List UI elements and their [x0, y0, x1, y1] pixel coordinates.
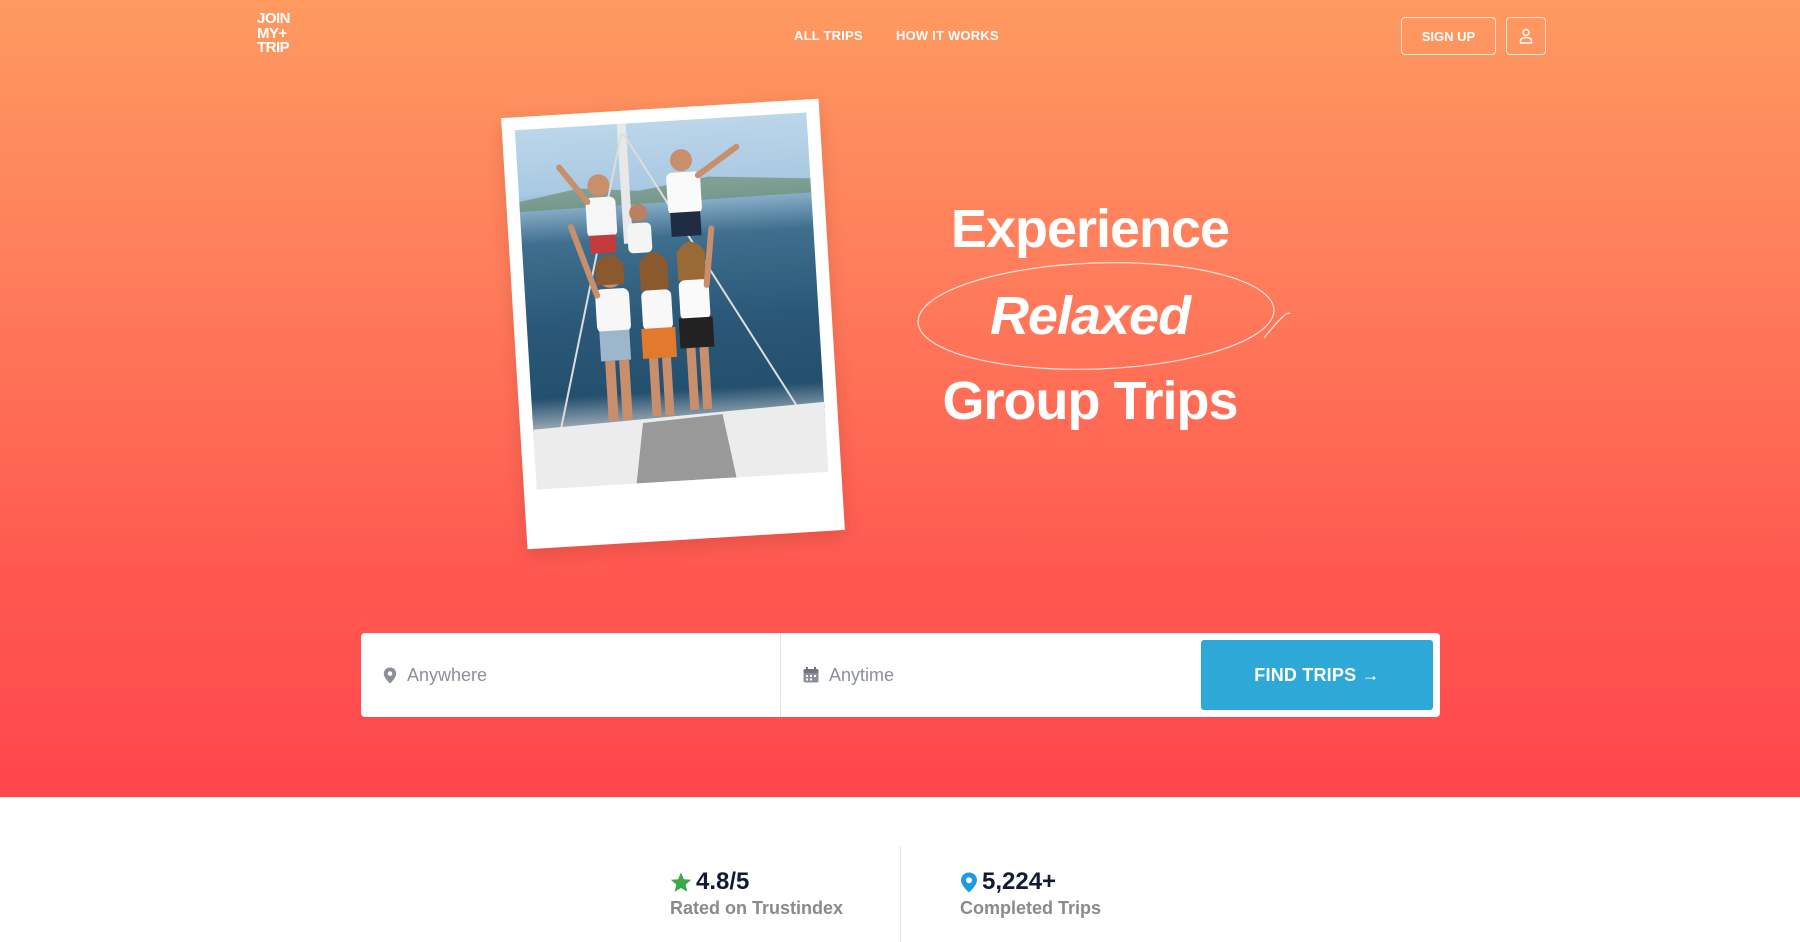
rating-label: Rated on Trustindex	[670, 898, 844, 918]
nav-all-trips[interactable]: ALL TRIPS	[794, 28, 863, 43]
calendar-icon	[803, 667, 819, 683]
find-trips-button[interactable]: FIND TRIPS →	[1201, 640, 1433, 710]
location-pin-icon	[383, 667, 397, 683]
sailboat-group-illustration	[519, 123, 829, 490]
headline-line-1: Experience	[950, 199, 1230, 259]
account-button[interactable]	[1506, 17, 1546, 55]
trips-value: 5,224+	[982, 868, 1057, 895]
date-placeholder: Anytime	[829, 664, 895, 685]
rating-stat: 4.8/5 Rated on Trustindex	[670, 868, 843, 919]
location-pin-icon	[961, 872, 977, 892]
rating-value: 4.8/5	[696, 868, 750, 895]
polaroid-frame	[501, 98, 845, 550]
headline-line-3: Group Trips	[942, 371, 1238, 431]
star-icon	[670, 872, 692, 892]
trips-stat: 5,224+ Completed Trips	[960, 868, 1101, 919]
logo-line: TRIP	[257, 39, 290, 56]
nav-how-it-works[interactable]: HOW IT WORKS	[896, 28, 999, 43]
date-field[interactable]: Anytime	[782, 633, 1202, 717]
group-photo	[514, 112, 829, 490]
sign-up-button[interactable]: SIGN UP	[1401, 17, 1496, 55]
destination-field[interactable]: Anywhere	[361, 633, 781, 717]
trips-label: Completed Trips	[960, 898, 1102, 918]
trip-search-bar: Anywhere Anytime FIND TRIPS →	[361, 633, 1440, 717]
headline-line-2: Relaxed	[989, 286, 1191, 346]
stats-divider	[900, 846, 901, 942]
destination-placeholder: Anywhere	[407, 664, 488, 685]
user-icon	[1519, 28, 1533, 44]
logo[interactable]: JOIN MY+ TRIP	[257, 11, 303, 56]
